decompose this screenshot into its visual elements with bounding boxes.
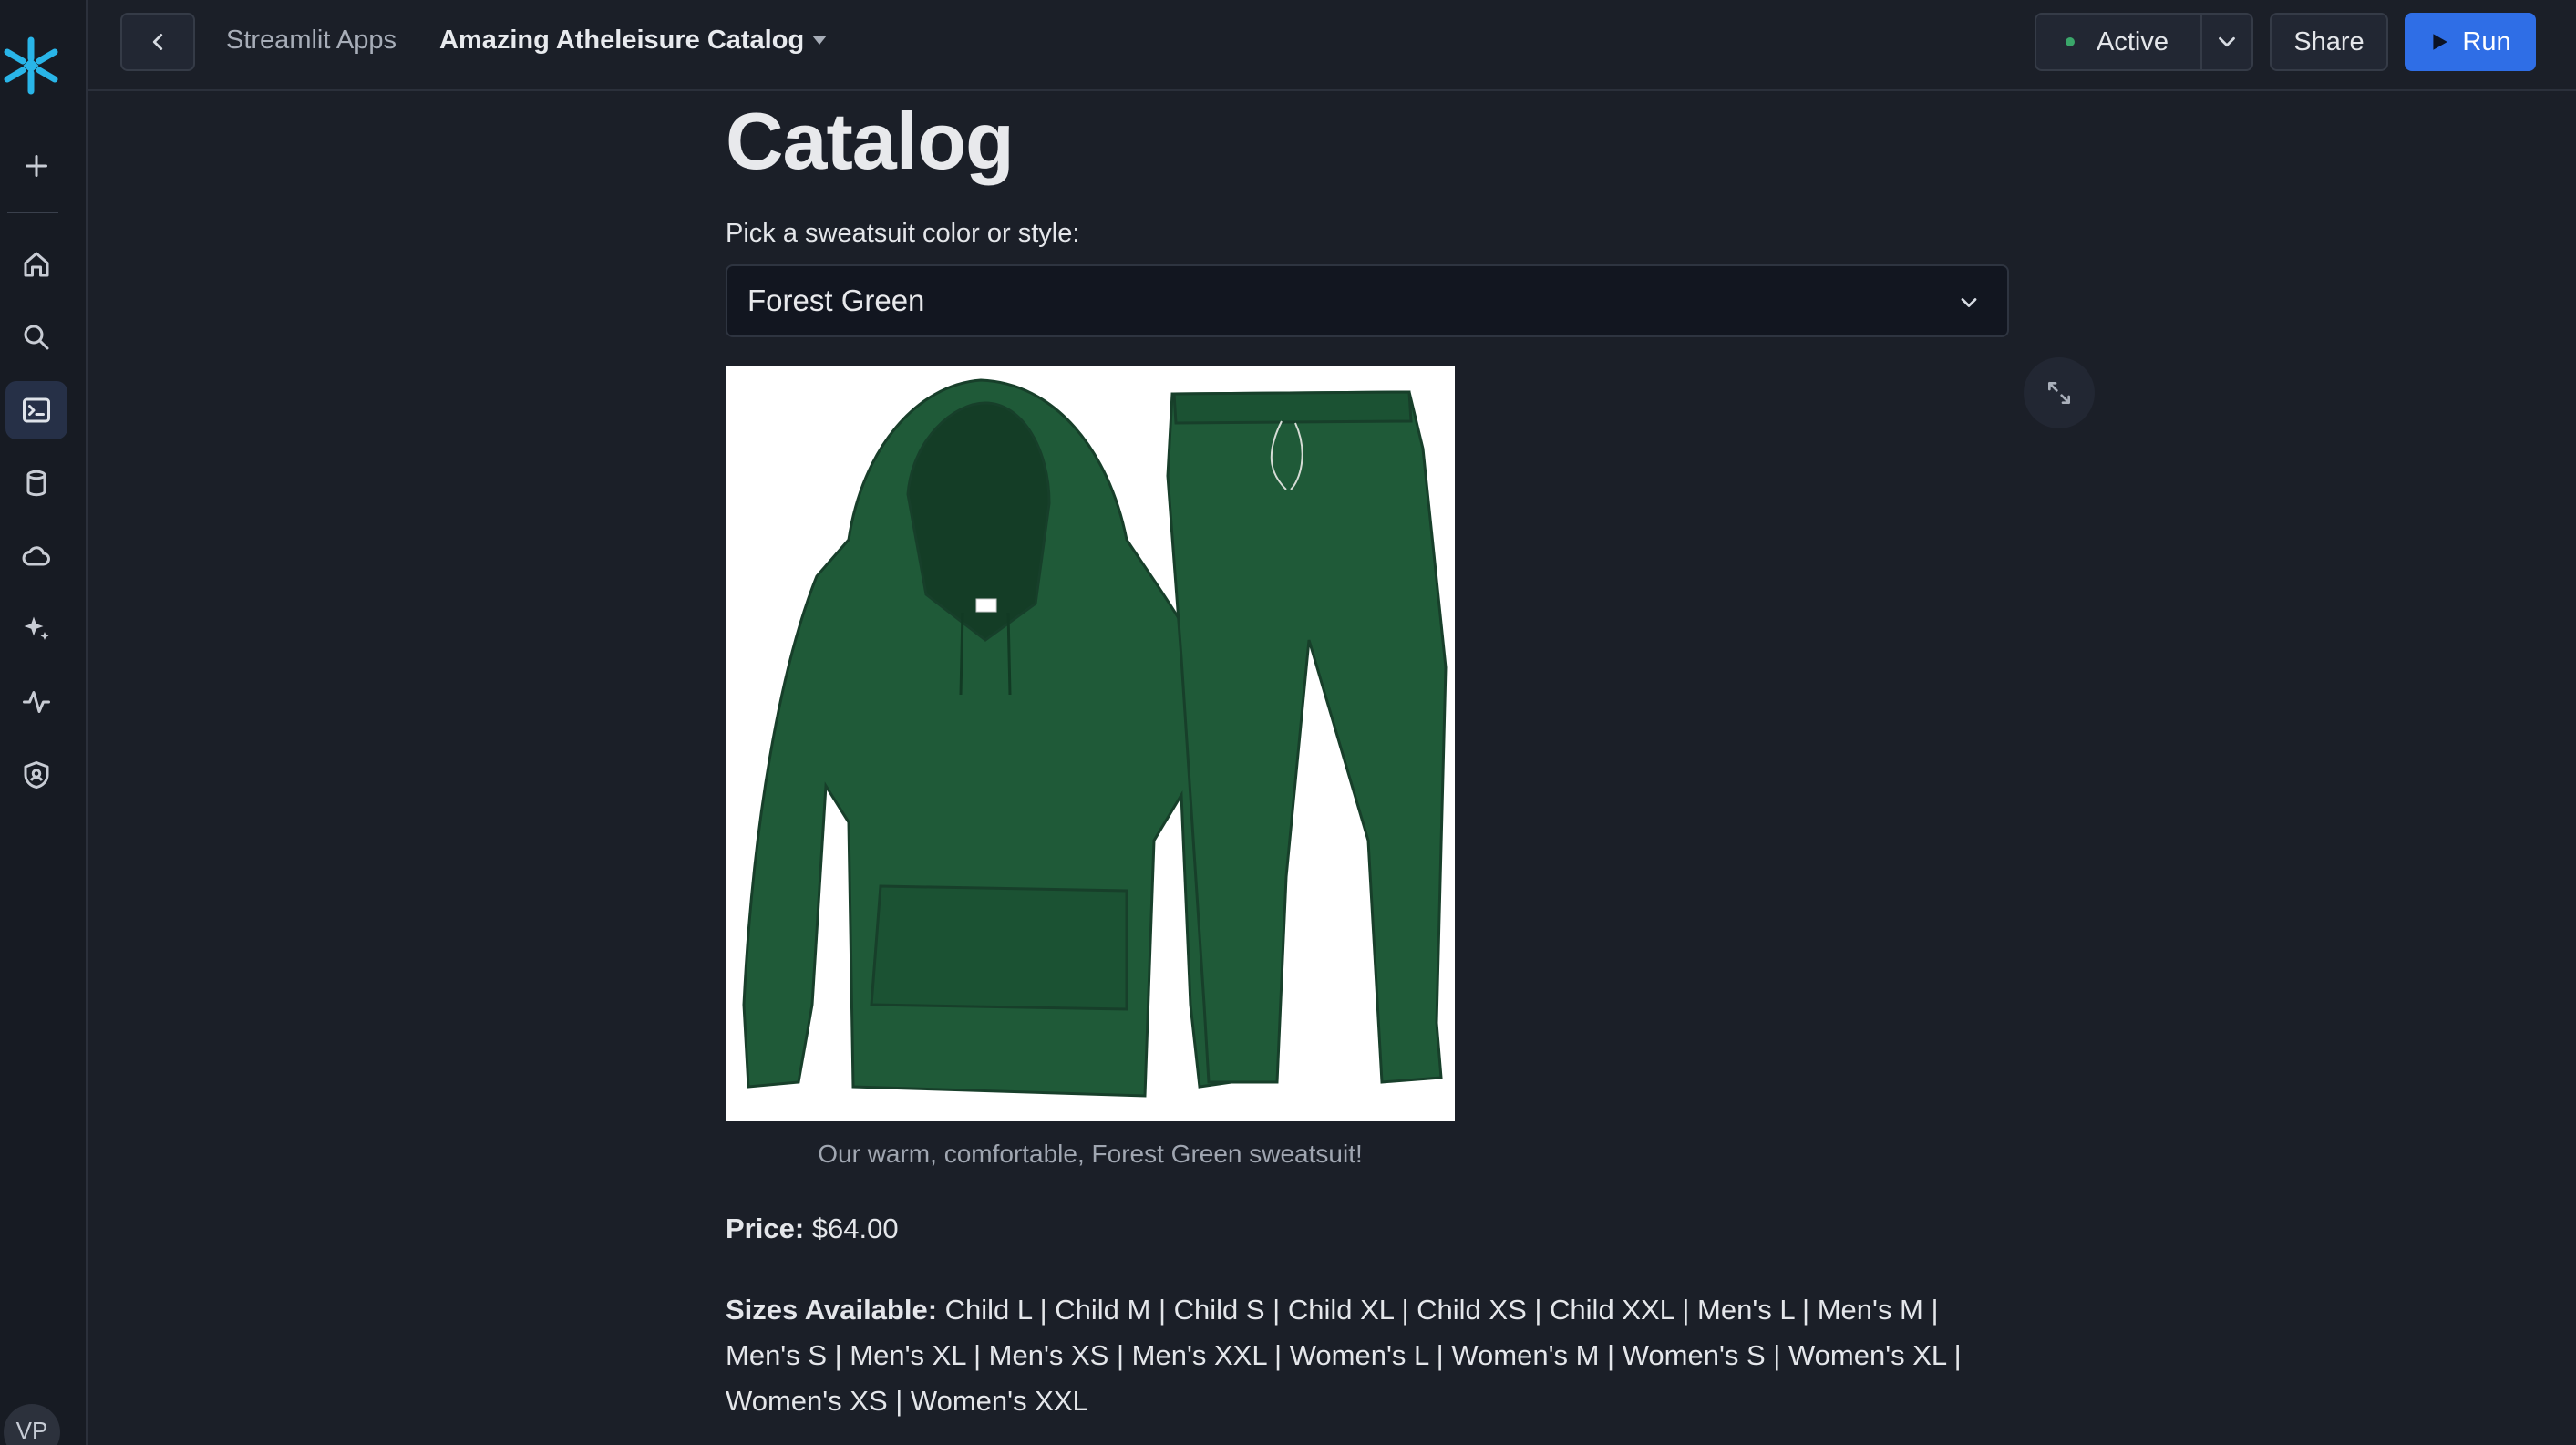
search-icon[interactable] [5, 308, 67, 366]
price-value: $64.00 [811, 1213, 899, 1244]
price-label: Price: [726, 1213, 805, 1244]
status-label: Active [2097, 26, 2169, 57]
avatar[interactable]: VP [4, 1404, 60, 1445]
home-icon[interactable] [5, 235, 67, 294]
breadcrumb[interactable]: Streamlit Apps [226, 26, 397, 56]
run-button[interactable]: Run [2405, 13, 2536, 71]
fullscreen-button[interactable] [2024, 357, 2095, 428]
app-title[interactable]: Amazing Atheleisure Catalog [439, 26, 804, 56]
app-root: VP Streamlit Apps Amazing Atheleisure Ca… [0, 0, 2576, 1445]
page-title: Catalog [726, 96, 1015, 186]
sizes-line: Sizes Available: Child L | Child M | Chi… [726, 1287, 2002, 1424]
chevron-left-icon [152, 34, 163, 50]
database-icon[interactable] [5, 454, 67, 512]
status-button[interactable]: Active [2036, 15, 2202, 69]
left-rail: VP [0, 0, 88, 1445]
status-control: Active [2035, 13, 2253, 71]
price-line: Price: $64.00 [726, 1213, 899, 1245]
plus-icon[interactable] [5, 137, 67, 195]
cloud-icon[interactable] [5, 527, 67, 585]
play-icon [2433, 34, 2448, 50]
back-button[interactable] [120, 13, 195, 71]
chevron-down-icon [2219, 36, 2235, 47]
expand-icon [2048, 382, 2070, 404]
select-value: Forest Green [747, 284, 925, 317]
product-image [726, 366, 1455, 1121]
image-caption: Our warm, comfortable, Forest Green swea… [818, 1140, 1363, 1168]
rail-divider [7, 212, 58, 213]
run-button-label: Run [2462, 26, 2511, 57]
status-dropdown-button[interactable] [2202, 15, 2251, 69]
activity-icon[interactable] [5, 673, 67, 731]
status-dot-icon [2066, 37, 2075, 46]
avatar-initials: VP [15, 1417, 48, 1444]
select-label: Pick a sweatsuit color or style: [726, 219, 1080, 248]
terminal-icon[interactable] [5, 381, 67, 439]
color-style-select[interactable]: Forest Green [726, 264, 2009, 337]
caret-down-icon[interactable] [811, 35, 828, 51]
shield-icon[interactable] [5, 746, 67, 804]
sizes-label: Sizes Available: [726, 1294, 938, 1326]
share-button[interactable]: Share [2270, 13, 2388, 71]
top-bar: Streamlit Apps Amazing Atheleisure Catal… [88, 0, 2576, 91]
chevron-down-icon [1956, 290, 1982, 320]
snowflake-logo-icon[interactable] [0, 33, 62, 98]
sparkle-icon[interactable] [5, 600, 67, 658]
